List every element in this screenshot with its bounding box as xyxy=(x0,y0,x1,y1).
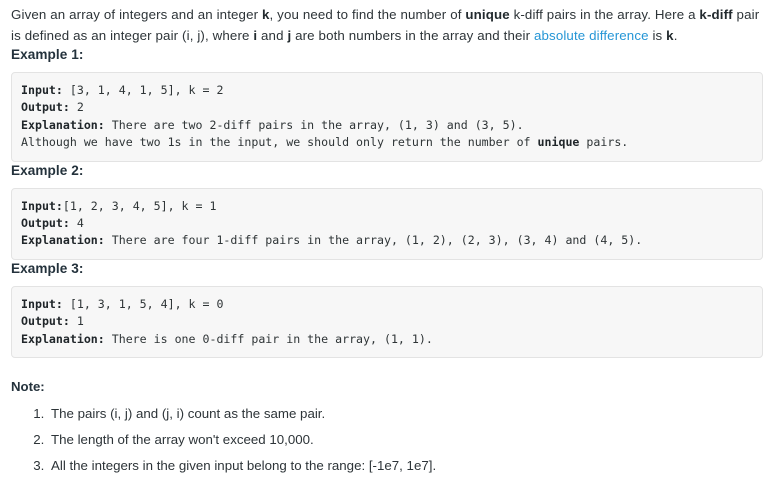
note-heading: Note: xyxy=(11,379,45,395)
example-1-input-label: Input: xyxy=(21,83,63,97)
example-3-heading: Example 3: xyxy=(11,260,84,276)
example-1-explanation-line2-post: pairs. xyxy=(579,135,629,150)
example-1-explanation-line2-pre: Although we have two 1s in the input, we… xyxy=(21,135,538,150)
example-1-output-value: 2 xyxy=(69,100,84,115)
example-1-input-value: [3, 1, 4, 1, 5], k = 2 xyxy=(62,83,224,97)
example-1-explanation-bold-unique: unique xyxy=(537,135,580,150)
example-2-input-value: [1, 2, 3, 4, 5], k = 1 xyxy=(62,198,217,213)
problem-description-page: Given an array of integers and an intege… xyxy=(0,0,773,477)
example-3-input-label: Input: xyxy=(21,296,63,311)
intro-text-segment-6: are both numbers in the array and their xyxy=(291,27,534,43)
note-list: The pairs (i, j) and (j, i) count as the… xyxy=(11,404,762,477)
intro-bold-k-2: k xyxy=(666,27,674,43)
intro-bold-k-1: k xyxy=(262,7,270,22)
example-2-code-block: Input:[1, 2, 3, 4, 5], k = 1 Output: 4 E… xyxy=(11,187,763,260)
example-1-explanation-value: There are two 2-diff pairs in the array,… xyxy=(104,117,524,132)
list-item: All the integers in the given input belo… xyxy=(48,456,762,477)
intro-bold-unique: unique xyxy=(465,7,510,22)
intro-text-segment-5: and xyxy=(257,27,288,43)
absolute-difference-link[interactable]: absolute difference xyxy=(534,28,649,43)
intro-bold-kdiff: k-diff xyxy=(699,7,733,22)
example-3-input-value: [1, 3, 1, 5, 4], k = 0 xyxy=(62,296,224,311)
example-1-output-label: Output: xyxy=(21,100,70,115)
example-3-explanation-label: Explanation: xyxy=(21,331,105,346)
example-2-explanation-label: Explanation: xyxy=(21,233,105,248)
example-2-input-label: Input: xyxy=(21,198,63,213)
example-2-heading: Example 2: xyxy=(11,162,84,178)
intro-text-segment-3: k-diff pairs in the array. Here a xyxy=(509,7,700,22)
example-1-heading: Example 1: xyxy=(11,47,84,62)
example-2-output-value: 4 xyxy=(69,216,84,231)
list-item: The pairs (i, j) and (j, i) count as the… xyxy=(48,404,762,425)
example-2-output-label: Output: xyxy=(21,216,70,231)
example-1-code-block: Input: [3, 1, 4, 1, 5], k = 2 Output: 2 … xyxy=(11,72,763,162)
example-1-explanation-label: Explanation: xyxy=(21,117,105,132)
example-3-explanation-value: There is one 0-diff pair in the array, (… xyxy=(104,331,433,346)
list-item: The length of the array won't exceed 10,… xyxy=(48,430,762,451)
example-3-output-value: 1 xyxy=(69,314,84,329)
example-2-explanation-value: There are four 1-diff pairs in the array… xyxy=(104,233,643,248)
example-3-output-label: Output: xyxy=(21,314,70,329)
intro-text-segment-2: , you need to find the number of xyxy=(269,7,466,22)
problem-statement-paragraph: Given an array of integers and an intege… xyxy=(11,5,762,46)
example-3-code-block: Input: [1, 3, 1, 5, 4], k = 0 Output: 1 … xyxy=(11,285,763,359)
intro-text-segment-1: Given an array of integers and an intege… xyxy=(11,7,262,22)
intro-text-segment-7: is xyxy=(648,27,667,43)
intro-text-segment-8: . xyxy=(673,27,678,43)
